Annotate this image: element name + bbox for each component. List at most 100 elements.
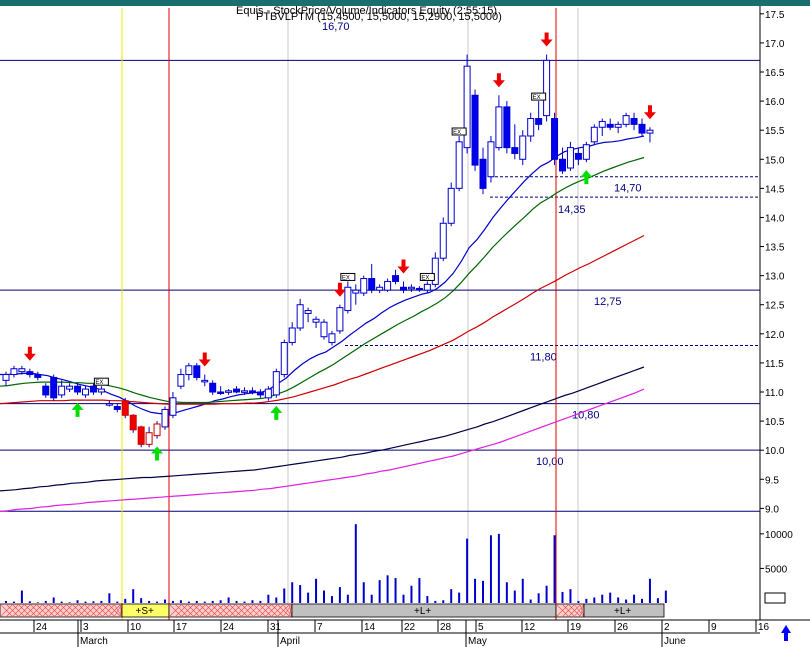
candle-body xyxy=(360,278,368,294)
candle-body xyxy=(89,385,97,393)
day-tick-label: 19 xyxy=(570,622,582,633)
candle-body xyxy=(82,388,89,396)
candle-body xyxy=(646,129,654,134)
candle-body xyxy=(527,118,535,137)
day-tick-label: 9 xyxy=(711,622,717,633)
candle-body xyxy=(407,286,415,290)
candle-body xyxy=(559,158,566,172)
day-tick-label: 12 xyxy=(524,622,536,633)
level-label: 10,00 xyxy=(536,456,564,468)
candle-body xyxy=(225,390,233,393)
candle-body xyxy=(471,94,479,166)
candle-body xyxy=(455,141,463,189)
month-label: May xyxy=(468,636,487,647)
signal-bands: +S+ +L+ +L+ xyxy=(0,603,665,618)
candle-body xyxy=(495,106,503,149)
candle-body xyxy=(288,327,296,344)
candle-body xyxy=(423,283,431,291)
candle-body xyxy=(622,115,630,125)
candle-body xyxy=(312,318,320,323)
candle-body xyxy=(145,432,153,445)
candle-body xyxy=(566,147,574,169)
candle-body xyxy=(26,371,34,376)
ex-marker-label: EX xyxy=(421,275,429,281)
day-tick-label: 2 xyxy=(664,622,670,633)
ex-marker-label: EX xyxy=(95,380,103,386)
candle-body xyxy=(614,123,622,128)
day-tick-label: 16 xyxy=(758,622,770,633)
volume-tick-label: 10000 xyxy=(765,530,793,541)
candle-body xyxy=(201,379,209,383)
candle-body xyxy=(630,118,638,125)
candle-body xyxy=(320,321,328,338)
chart-title-line2: PTBVLPTM (15,4500, 15,5000, 15,2900, 15,… xyxy=(256,11,502,23)
level-label: 14,35 xyxy=(558,204,586,216)
candle-body xyxy=(336,307,344,332)
price-tick-label: 12.5 xyxy=(765,301,785,312)
price-tick-label: 14.5 xyxy=(765,184,785,195)
price-tick-label: 10.5 xyxy=(765,417,785,428)
candle-body xyxy=(217,391,225,394)
day-tick-label: 7 xyxy=(317,622,323,633)
candle-body xyxy=(328,333,336,344)
candle-body xyxy=(439,222,447,259)
ex-marker-label: EX xyxy=(453,130,461,136)
price-tick-label: 13.5 xyxy=(765,243,785,254)
candle-body xyxy=(296,304,304,329)
candle-body xyxy=(272,371,280,396)
candle-body xyxy=(2,374,10,381)
candle-body xyxy=(415,287,423,291)
candle-body xyxy=(264,388,272,399)
price-tick-label: 9.0 xyxy=(765,504,779,515)
candle-body xyxy=(344,286,352,312)
candle-body xyxy=(50,376,58,399)
day-tick-label: 24 xyxy=(36,622,48,633)
candle-body xyxy=(248,390,256,394)
price-tick-label: 14.0 xyxy=(765,213,785,224)
candle-body xyxy=(487,141,495,178)
price-tick-label: 17.5 xyxy=(765,10,785,21)
level-label: 11,80 xyxy=(530,351,557,363)
day-tick-label: 24 xyxy=(223,622,235,633)
candle-body xyxy=(42,385,50,396)
candle-body xyxy=(590,126,598,143)
candle-body xyxy=(376,286,384,291)
candle-body xyxy=(368,278,376,291)
candle-body xyxy=(209,382,217,393)
day-tick-label: 3 xyxy=(83,622,89,633)
day-tick-label: 10 xyxy=(130,622,142,633)
price-tick-label: 12.0 xyxy=(765,330,785,341)
candle-body xyxy=(352,289,360,294)
candle-body xyxy=(241,390,248,393)
candle-body xyxy=(582,144,590,160)
candle-body xyxy=(606,123,614,128)
candle-body xyxy=(185,365,193,376)
candle-body xyxy=(137,426,145,445)
candle-body xyxy=(169,397,177,416)
price-tick-label: 16.5 xyxy=(765,68,785,79)
level-label: 14,70 xyxy=(614,183,642,195)
month-label: April xyxy=(280,636,300,647)
candle-body xyxy=(161,408,169,428)
price-tick-label: 10.0 xyxy=(765,446,785,457)
candle-body xyxy=(598,120,606,128)
candle-body xyxy=(10,368,18,376)
candle-body xyxy=(193,365,201,378)
month-label: March xyxy=(80,636,108,647)
day-tick-label: 14 xyxy=(364,622,376,633)
level-label: 12,75 xyxy=(594,296,622,308)
candle-body xyxy=(113,406,121,410)
scroll-box[interactable] xyxy=(764,592,786,604)
stock-chart: 14,7014,3512,7511,8010,8010,00 EXEX EXEXE… xyxy=(0,0,810,647)
candle-body xyxy=(58,385,66,396)
candle-body xyxy=(400,286,407,291)
signal-band-label: +L+ xyxy=(414,606,431,617)
price-tick-label: 11.5 xyxy=(765,359,784,370)
price-tick-label: 13.0 xyxy=(765,272,785,283)
candle-body xyxy=(384,280,392,291)
candle-body xyxy=(153,423,161,437)
candle-body xyxy=(18,368,26,373)
price-tick-label: 16.0 xyxy=(765,97,785,108)
day-tick-label: 28 xyxy=(440,622,452,633)
price-tick-label: 15.0 xyxy=(765,155,785,166)
